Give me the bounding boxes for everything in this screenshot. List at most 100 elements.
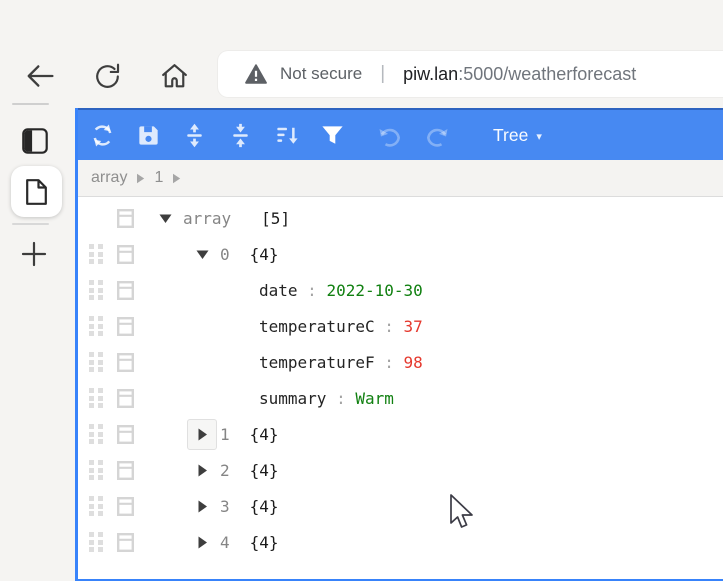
key-value-separator: : xyxy=(326,389,355,408)
plus-icon xyxy=(20,240,48,268)
drag-handle[interactable] xyxy=(87,495,105,517)
drag-handle[interactable] xyxy=(87,351,105,373)
property-value[interactable]: 2022-10-30 xyxy=(326,281,422,300)
row-select-icon[interactable] xyxy=(117,461,135,480)
collapse-toggle[interactable] xyxy=(187,239,217,270)
row-select-icon[interactable] xyxy=(117,425,135,444)
row-select-icon[interactable] xyxy=(117,317,135,336)
row-select-icon[interactable] xyxy=(117,209,135,228)
property-key[interactable]: date xyxy=(259,281,298,300)
node-label: 2 xyxy=(220,461,230,480)
tree-row: 1{4} xyxy=(78,416,723,452)
address-bar[interactable]: Not secure | piw.lan:5000/weatherforecas… xyxy=(218,51,723,97)
breadcrumb-item[interactable]: array xyxy=(91,169,127,187)
sort-icon xyxy=(273,122,300,149)
filter-button[interactable] xyxy=(317,120,347,150)
node-count-badge: {4} xyxy=(250,245,279,264)
tree-view: array[5]0{4}date : 2022-10-30temperature… xyxy=(78,197,723,579)
row-select-icon[interactable] xyxy=(117,533,135,552)
tree-row: temperatureF : 98 xyxy=(78,344,723,380)
mode-label: Tree xyxy=(493,125,528,146)
row-select-icon[interactable] xyxy=(117,497,135,516)
property-value[interactable]: 98 xyxy=(404,353,423,372)
active-tab[interactable] xyxy=(11,166,62,217)
redo-button[interactable] xyxy=(421,120,451,150)
mode-selector[interactable]: Tree ▾ xyxy=(493,125,542,146)
breadcrumb-separator-icon xyxy=(136,172,145,184)
vertical-tabs-button[interactable] xyxy=(22,128,48,154)
row-select-icon[interactable] xyxy=(117,245,135,264)
property-key[interactable]: temperatureF xyxy=(259,353,375,372)
json-editor: Tree ▾ array 1 array [5] 0 {4} date : 2022-10… xyxy=(75,108,723,581)
home-button[interactable] xyxy=(158,60,191,93)
security-status-label: Not secure xyxy=(280,64,362,84)
reload-icon xyxy=(91,60,124,93)
property-key[interactable]: summary xyxy=(259,389,326,408)
collapse-toggle[interactable] xyxy=(150,203,180,234)
row-select-icon[interactable] xyxy=(117,281,135,300)
tree-row: array [5] xyxy=(78,200,723,236)
home-icon xyxy=(158,60,191,93)
breadcrumb-item[interactable]: 1 xyxy=(154,169,163,187)
page-icon xyxy=(26,179,47,205)
node-count-badge: {4} xyxy=(250,497,279,516)
expand-all-icon xyxy=(181,122,208,149)
editor-toolbar-buttons xyxy=(87,120,467,150)
reload-button[interactable] xyxy=(91,60,124,93)
refresh-icon xyxy=(89,122,116,149)
node-label: array xyxy=(183,209,231,228)
drag-handle[interactable] xyxy=(87,423,105,445)
row-select-icon[interactable] xyxy=(117,389,135,408)
breadcrumb: array 1 xyxy=(78,160,723,197)
drag-handle[interactable] xyxy=(87,531,105,553)
vertical-tabs-icon xyxy=(22,128,48,154)
editor-toolbar: Tree ▾ xyxy=(78,108,723,160)
expand-toggle[interactable] xyxy=(187,527,217,558)
drag-handle[interactable] xyxy=(87,387,105,409)
tree-row: summary : Warm xyxy=(78,380,723,416)
drag-handle[interactable] xyxy=(87,459,105,481)
filter-icon xyxy=(319,122,346,149)
key-value-separator: : xyxy=(298,281,327,300)
key-value-separator: : xyxy=(375,317,404,336)
expand-all-button[interactable] xyxy=(179,120,209,150)
node-label: 0 xyxy=(220,245,230,264)
expand-toggle[interactable] xyxy=(187,491,217,522)
node-label: 1 xyxy=(220,425,230,444)
key-value-separator: : xyxy=(375,353,404,372)
drag-handle[interactable] xyxy=(87,315,105,337)
tree-row: date : 2022-10-30 xyxy=(78,272,723,308)
property-value[interactable]: 37 xyxy=(404,317,423,336)
drag-handle[interactable] xyxy=(87,279,105,301)
node-label: 3 xyxy=(220,497,230,516)
undo-button[interactable] xyxy=(375,120,405,150)
drag-handle[interactable] xyxy=(87,243,105,265)
new-tab-button[interactable] xyxy=(20,240,48,268)
property-value[interactable]: Warm xyxy=(355,389,394,408)
sidebar-divider xyxy=(12,223,49,225)
expand-toggle[interactable] xyxy=(187,419,217,450)
collapse-all-button[interactable] xyxy=(225,120,255,150)
property-key[interactable]: temperatureC xyxy=(259,317,375,336)
back-button[interactable] xyxy=(22,58,58,94)
url-host: piw.lan xyxy=(403,64,458,84)
breadcrumb-separator-icon xyxy=(172,172,181,184)
address-separator: | xyxy=(380,63,385,85)
collapse-all-icon xyxy=(227,122,254,149)
tree-row: 3 {4} xyxy=(78,488,723,524)
url-path: :5000/weatherforecast xyxy=(458,64,636,84)
not-secure-warning-icon xyxy=(245,64,267,84)
node-count-badge: {4} xyxy=(250,461,279,480)
tree-row: 4{4} xyxy=(78,524,723,560)
redo-icon xyxy=(423,122,450,149)
save-icon xyxy=(135,122,162,149)
save-button[interactable] xyxy=(133,120,163,150)
row-select-icon[interactable] xyxy=(117,353,135,372)
sort-button[interactable] xyxy=(271,120,301,150)
undo-icon xyxy=(377,122,404,149)
tree-row: temperatureC : 37 xyxy=(78,308,723,344)
refresh-button[interactable] xyxy=(87,120,117,150)
node-count-badge: [5] xyxy=(261,209,290,228)
expand-toggle[interactable] xyxy=(187,455,217,486)
chevron-down-icon: ▾ xyxy=(536,128,542,143)
